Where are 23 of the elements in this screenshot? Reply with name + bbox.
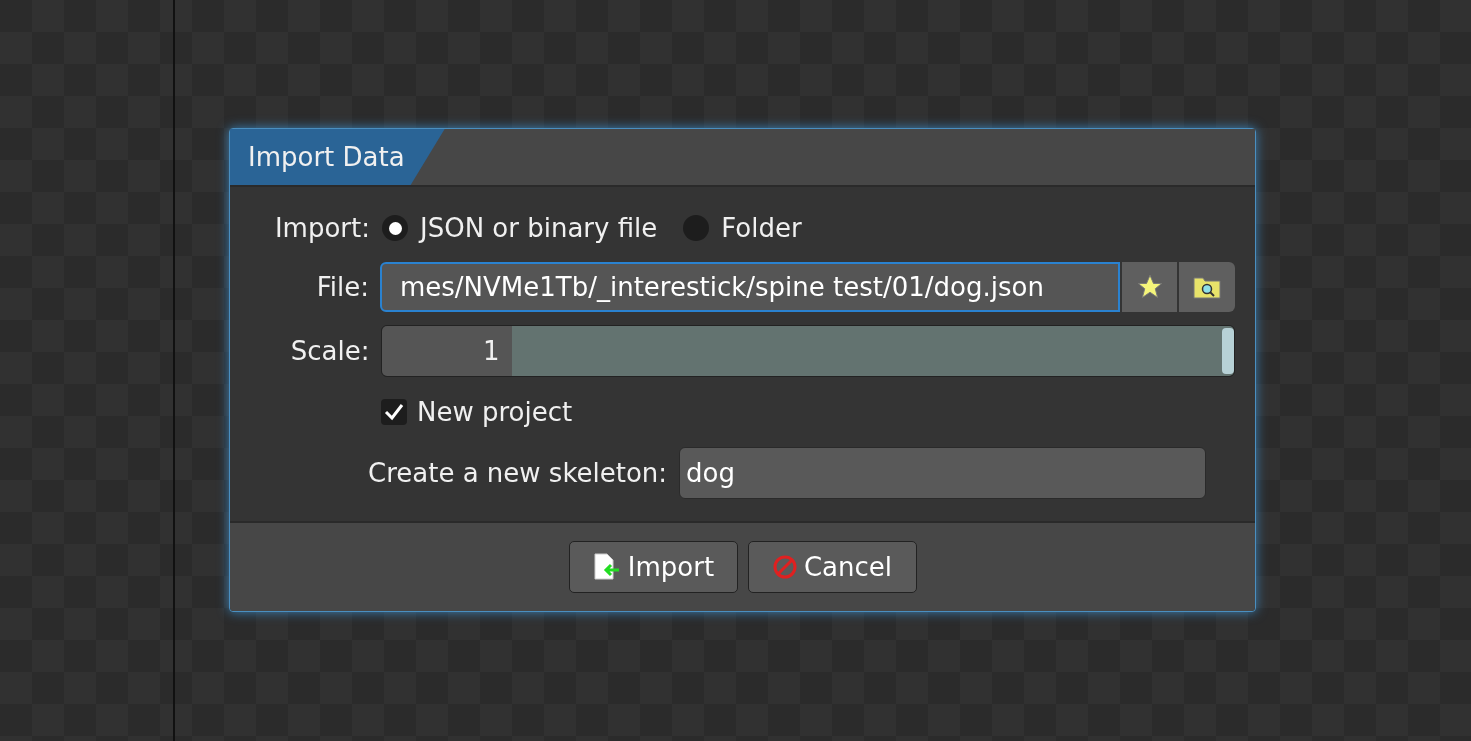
file-import-icon	[591, 553, 622, 581]
star-icon	[1135, 273, 1164, 301]
checkbox[interactable]	[381, 399, 407, 425]
browse-folder-button[interactable]	[1179, 262, 1235, 312]
file-label: File:	[315, 270, 369, 304]
skeleton-label: Create a new skeleton:	[368, 456, 668, 490]
import-button[interactable]: Import	[568, 541, 738, 593]
file-path-field[interactable]: mes/NVMe1Tb/_interestick/spine test/01/dog.json	[379, 262, 1120, 312]
dialog-title: Import Data	[230, 129, 445, 185]
radio-option[interactable]: JSON or binary file	[382, 208, 658, 248]
cancel-button[interactable]: Cancel	[747, 541, 917, 593]
scale-value[interactable]: 1	[381, 326, 512, 376]
folder-search-icon	[1193, 275, 1222, 299]
prohibited-icon	[771, 554, 798, 580]
skeleton-name-field[interactable]: dog	[679, 447, 1207, 499]
new-project-label: New project	[417, 395, 573, 429]
scale-slider[interactable]: 1	[380, 325, 1235, 377]
slider-handle[interactable]	[1222, 328, 1234, 374]
scale-label: Scale:	[289, 334, 370, 368]
favorites-button[interactable]	[1121, 262, 1178, 312]
import-label: Import:	[273, 211, 370, 245]
radio-button[interactable]	[382, 215, 408, 241]
radio-option[interactable]: Folder	[683, 208, 802, 248]
